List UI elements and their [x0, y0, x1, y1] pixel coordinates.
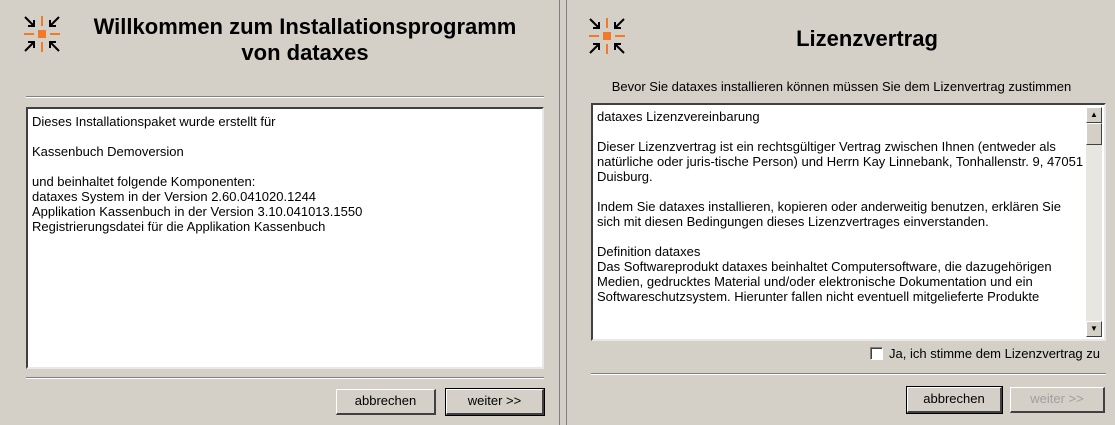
license-paragraph: Indem Sie dataxes installieren, kopieren… [597, 199, 1061, 229]
welcome-title-line1: Willkommen zum Installationsprogramm [93, 14, 517, 39]
scroll-up-arrow-icon[interactable]: ▲ [1086, 107, 1102, 123]
header-divider [26, 96, 544, 98]
agree-checkbox[interactable] [870, 347, 884, 360]
package-info-box[interactable]: Dieses Installationspaket wurde erstellt… [26, 107, 544, 369]
info-line-intro: Dieses Installationspaket wurde erstellt… [32, 114, 276, 129]
license-dialog: Lizenzvertrag Bevor Sie dataxes installi… [566, 0, 1115, 425]
welcome-dialog: Willkommen zum Installationsprogramm von… [0, 0, 560, 425]
license-subtitle: Bevor Sie dataxes installieren können mü… [611, 79, 1072, 94]
next-button[interactable]: weiter >> [445, 388, 545, 416]
arrows-converge-icon [589, 18, 625, 54]
welcome-title-line2: von dataxes [241, 40, 369, 65]
license-paragraph: Dieser Lizenzvertrag ist ein rechtsgülti… [597, 139, 1084, 184]
license-paragraph: Definition dataxes Das Softwareprodukt d… [597, 244, 1052, 304]
license-title: Lizenzvertrag [796, 26, 938, 51]
agree-row[interactable]: Ja, ich stimme dem Lizenzvertrag zu [870, 346, 1100, 361]
scrollbar-thumb[interactable] [1086, 123, 1102, 145]
next-button-disabled[interactable]: weiter >> [1010, 387, 1105, 413]
cancel-button[interactable]: abbrechen [906, 386, 1003, 414]
arrows-converge-icon [24, 16, 60, 52]
info-line-product: Kassenbuch Demoversion [32, 144, 184, 159]
license-text-box[interactable]: dataxes Lizenzvereinbarung Dieser Lizenz… [591, 103, 1106, 341]
cancel-button[interactable]: abbrechen [336, 389, 436, 415]
vertical-scrollbar[interactable]: ▲ ▼ [1086, 107, 1102, 337]
footer-divider [26, 377, 544, 379]
footer-divider [591, 373, 1106, 375]
agree-label[interactable]: Ja, ich stimme dem Lizenzvertrag zu [889, 346, 1100, 361]
scroll-down-arrow-icon[interactable]: ▼ [1086, 321, 1102, 337]
info-line-components: und beinhaltet folgende Komponenten: dat… [32, 174, 363, 234]
license-paragraph: dataxes Lizenzvereinbarung [597, 109, 760, 124]
welcome-title: Willkommen zum Installationsprogramm von… [70, 14, 540, 66]
